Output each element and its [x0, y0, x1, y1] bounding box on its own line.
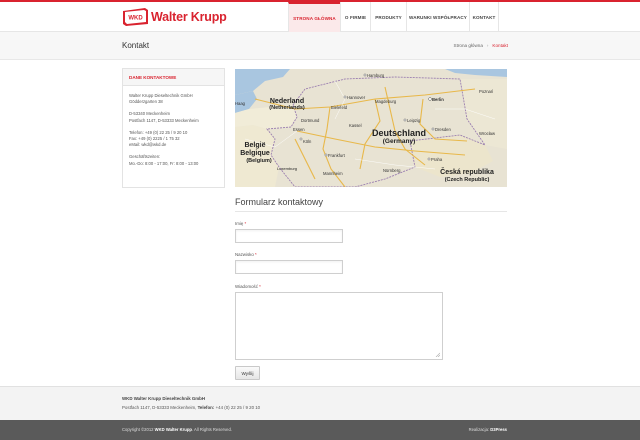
map-city-koln: Köln — [303, 139, 312, 144]
main-nav: STRONA GŁÓWNA O FIRMIE PRODUKTY WARUNKI … — [288, 2, 499, 32]
contact-details-box: DANE KONTAKTOWE Walter Krupp Dieseltechn… — [122, 68, 225, 188]
email-line[interactable]: eMail: wkd@wkd.de — [129, 142, 166, 147]
street-line: Gödderzgarten 38 — [129, 99, 163, 105]
footer-phone-label: Telefon: — [197, 405, 215, 410]
map-city-hague: Haag — [235, 101, 246, 106]
copyright-brand: WKD Walter Krupp — [154, 427, 192, 432]
submit-button[interactable]: Wyślij — [235, 366, 260, 380]
message-required-mark: * — [259, 284, 261, 289]
nav-item-about[interactable]: O FIRMIE — [340, 2, 370, 32]
map-label-germany: Deutschland — [372, 128, 426, 138]
contact-details-heading: DANE KONTAKTOWE — [123, 69, 224, 86]
site-logo[interactable]: WKD Walter Krupp — [122, 6, 227, 28]
address-block: Walter Krupp Dieseltechnik GmbH Gödderzg… — [129, 93, 218, 105]
site-footer: WKD Walter Krupp Dieseltechnik GmbH Post… — [0, 386, 640, 420]
map-city-kassel: Kassel — [349, 123, 362, 128]
copyright-suffix: . All Rights Reserved. — [191, 427, 232, 432]
map-city-berlin: Berlin — [432, 97, 444, 102]
map-city-essen: Essen — [293, 127, 305, 132]
page-title: Kontakt — [122, 41, 150, 50]
map-city-frankfurt: Frankfurt — [328, 153, 346, 158]
map-city-hannover: Hannover — [347, 95, 366, 100]
first-name-label-text: Imię — [235, 221, 244, 226]
brand-name: Walter Krupp — [151, 10, 227, 24]
hours-heading: Geschäftszeiten: — [129, 154, 161, 160]
hours-line: Mo.-Do: 8:00 - 17:00, Fr: 8:00 - 13:00 — [129, 160, 199, 166]
site-header: WKD Walter Krupp STRONA GŁÓWNA O FIRMIE … — [0, 2, 640, 32]
first-name-input[interactable] — [235, 229, 343, 243]
breadcrumb-current: Kontakt — [492, 43, 508, 48]
location-map[interactable]: Nederland (Netherlands) Deutschland (Ger… — [235, 69, 507, 187]
city-line: D-53340 Meckenheim — [129, 111, 170, 117]
map-city-dresden: Dresden — [435, 127, 451, 132]
map-label-czech: Česká republika — [440, 167, 494, 176]
breadcrumb-separator: › — [486, 43, 489, 48]
map-label-netherlands-en: (Netherlands) — [269, 105, 305, 111]
nav-item-home[interactable]: STRONA GŁÓWNA — [288, 2, 340, 32]
credit: Realizacja: D3Press — [469, 427, 507, 432]
copyright-bar: Copyright ©2012 WKD Walter Krupp. All Ri… — [0, 420, 640, 440]
map-label-belgium: België — [244, 142, 265, 149]
map-city-praha: Praha — [431, 157, 443, 162]
copyright: Copyright ©2012 WKD Walter Krupp. All Ri… — [122, 427, 232, 432]
breadcrumb-home-link[interactable]: Strona główna — [454, 43, 483, 48]
page-title-bar: Kontakt Strona główna › Kontakt — [0, 32, 640, 60]
hours-block: Geschäftszeiten: Mo.-Do: 8:00 - 17:00, F… — [129, 154, 218, 166]
phone-block: Telefon: +49 (0) 22 25 / 9 20 10 Fax: +4… — [129, 130, 218, 149]
last-name-input[interactable] — [235, 260, 343, 274]
map-city-bielefeld: Bielefeld — [331, 105, 348, 110]
first-name-label: Imię * — [235, 221, 246, 226]
fax-line: Fax: +49 (0) 2225 / 1 75 32 — [129, 136, 180, 142]
credit-link[interactable]: D3Press — [490, 427, 507, 432]
last-name-required-mark: * — [255, 252, 257, 257]
map-city-mannheim: Mannheim — [323, 171, 343, 176]
footer-address-text: Postfach 1147, D-53333 Meckenheim, — [122, 405, 198, 410]
phone-line: Telefon: +49 (0) 22 25 / 9 20 10 — [129, 129, 188, 135]
resize-grip-icon[interactable] — [435, 352, 440, 357]
map-city-wroclaw: Wrocław — [479, 131, 496, 136]
copyright-prefix: Copyright ©2012 — [122, 427, 155, 432]
po-box-line: Postfach 1147, D-53333 Meckenheim — [129, 117, 199, 123]
first-name-required-mark: * — [244, 221, 247, 226]
logo-badge-text: WKD — [128, 16, 143, 22]
message-label: Wiadomość * — [235, 284, 261, 289]
map-city-leipzig: Leipzig — [407, 118, 421, 123]
map-city-magdeburg: Magdeburg — [375, 99, 397, 104]
message-textarea[interactable] — [235, 292, 443, 360]
company-line: Walter Krupp Dieseltechnik GmbH — [129, 93, 193, 98]
map-label-germany-en: (Germany) — [383, 138, 416, 145]
footer-address: Postfach 1147, D-53333 Meckenheim, Telef… — [122, 405, 260, 410]
map-label-czech-en: (Czech Republic) — [445, 177, 490, 183]
logo-badge-icon: WKD — [122, 7, 149, 27]
credit-label: Realizacja: — [468, 427, 491, 432]
nav-item-contact[interactable]: KONTAKT — [469, 2, 499, 32]
breadcrumb: Strona główna › Kontakt — [454, 43, 508, 48]
last-name-label-text: Nazwisko — [235, 252, 254, 257]
footer-company: WKD Walter Krupp Dieseltechnik GmbH — [122, 396, 206, 401]
map-canvas: Nederland (Netherlands) Deutschland (Ger… — [235, 69, 507, 187]
nav-item-products[interactable]: PRODUKTY — [370, 2, 406, 32]
map-city-nurnberg: Nürnberg — [383, 168, 401, 173]
nav-item-terms[interactable]: WARUNKI WSPÓŁPRACY — [406, 2, 469, 32]
map-label-luxembourg: Luxemburg — [277, 166, 297, 171]
contact-form-title: Formularz kontaktowy — [235, 197, 324, 207]
map-label-netherlands: Nederland — [270, 98, 304, 105]
contact-details-body: Walter Krupp Dieseltechnik GmbH Gödderzg… — [123, 86, 224, 180]
map-city-dortmund: Dortmund — [301, 118, 320, 123]
map-city-poznan: Poznań — [479, 89, 494, 94]
footer-phone: +44 (0) 22 25 / 9 20 10 — [215, 405, 261, 410]
postal-block: D-53340 Meckenheim Postfach 1147, D-5333… — [129, 111, 218, 123]
map-label-belgium-fr: Belgique — [240, 150, 270, 157]
form-divider — [235, 211, 507, 212]
last-name-label: Nazwisko * — [235, 252, 257, 257]
map-label-belgium-en: (Belgium) — [246, 158, 272, 164]
message-label-text: Wiadomość — [235, 284, 258, 289]
map-city-hamburg: Hamburg — [367, 73, 385, 78]
